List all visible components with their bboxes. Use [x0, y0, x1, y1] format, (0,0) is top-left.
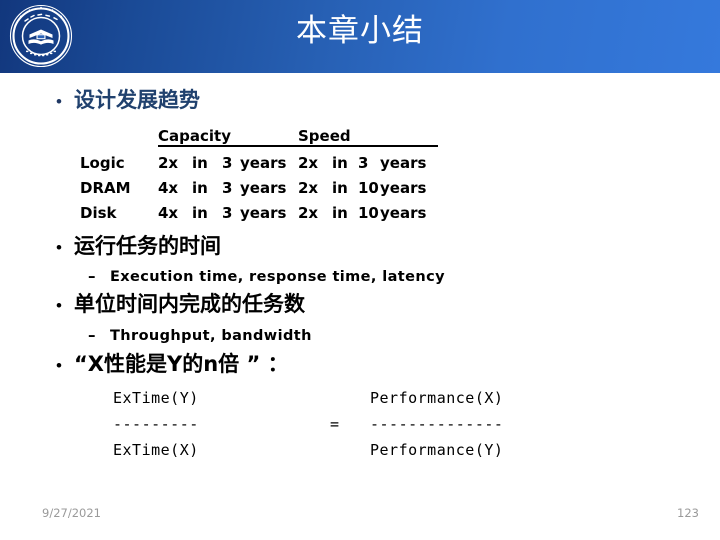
cell-cap-n: 3 — [222, 179, 233, 197]
table-row: Logic 2x in 3 years 2x in 3 years — [80, 146, 438, 172]
formula-equals-spacer-2 — [328, 437, 370, 463]
cell-cap-factor: 4x — [158, 204, 179, 222]
table-header-row: Capacity Speed — [80, 122, 438, 147]
footer-date: 9/27/2021 — [42, 506, 101, 520]
formula-right-numerator: Performance(X) — [370, 389, 504, 407]
cell-row-name: Logic — [80, 154, 125, 172]
bullet-label-speedup: “X性能是Y的n倍 ” ： — [74, 352, 289, 376]
cell-cap-in: in — [192, 179, 208, 197]
bullet-item-throughput: • 单位时间内完成的任务数 — [56, 291, 305, 317]
cell-cap-n: 3 — [222, 154, 233, 172]
cell-cap-in: in — [192, 204, 208, 222]
sub-bullet-label-execution-time: Execution time, response time, latency — [110, 269, 445, 285]
speedup-formula: ExTime(Y) Performance(X) --------- = ---… — [113, 385, 503, 463]
th-capacity: Capacity — [158, 122, 298, 147]
bullet-dot-icon: • — [56, 238, 62, 257]
cell-cap-factor: 4x — [158, 179, 179, 197]
cell-cap-unit: years — [240, 179, 287, 197]
bullet-item-design-trend: • 设计发展趋势 — [56, 87, 200, 113]
cell-cap-in: in — [192, 154, 208, 172]
cell-spd-in: in — [332, 179, 348, 197]
sub-bullet-label-throughput: Throughput, bandwidth — [110, 328, 312, 344]
footer-page-number: 123 — [677, 506, 699, 520]
dash-icon: – — [88, 326, 96, 344]
cell-spd-unit: years — [380, 154, 427, 172]
bullet-dot-icon: • — [56, 296, 62, 315]
formula-right-bar: -------------- — [370, 415, 504, 433]
cell-spd-n: 10 — [358, 179, 379, 197]
dash-icon: – — [88, 267, 96, 285]
bullet-item-speedup: • “X性能是Y的n倍 ” ： — [56, 351, 289, 377]
slide-header-band: 本章小结 — [0, 0, 720, 73]
formula-left-bar: --------- — [113, 415, 199, 433]
formula-equals-sign: = — [330, 415, 340, 433]
cell-spd-unit: years — [380, 179, 427, 197]
cell-cap-factor: 2x — [158, 154, 179, 172]
bullet-label-execution-time: 运行任务的时间 — [74, 234, 221, 258]
cell-cap-unit: years — [240, 154, 287, 172]
formula-right-denominator: Performance(Y) — [370, 441, 504, 459]
bullet-dot-icon: • — [56, 356, 62, 375]
table-body: Logic 2x in 3 years 2x in 3 years DRAM 4… — [80, 146, 438, 222]
formula-equals-spacer — [328, 385, 370, 411]
cell-cap-n: 3 — [222, 204, 233, 222]
cell-row-name: DRAM — [80, 179, 131, 197]
table-row: Disk 4x in 3 years 2x in 10 years — [80, 197, 438, 222]
page-title: 本章小结 — [296, 13, 424, 49]
cell-spd-in: in — [332, 154, 348, 172]
cell-spd-n: 10 — [358, 204, 379, 222]
cell-spd-unit: years — [380, 204, 427, 222]
bullet-item-execution-time: • 运行任务的时间 — [56, 233, 221, 259]
cell-row-name: Disk — [80, 204, 117, 222]
table-header: Capacity Speed — [80, 122, 438, 147]
th-speed: Speed — [298, 122, 438, 147]
cell-spd-n: 3 — [358, 154, 369, 172]
slide: 本章小结 • 设计发展趋势 Capacity Speed Logic 2x in — [0, 0, 720, 540]
cell-cap-unit: years — [240, 204, 287, 222]
cell-spd-factor: 2x — [298, 204, 319, 222]
design-trend-table: Capacity Speed Logic 2x in 3 years 2x in… — [80, 122, 438, 222]
th-blank — [80, 122, 158, 146]
slide-content: • 设计发展趋势 Capacity Speed Logic 2x in 3 ye… — [0, 73, 720, 540]
formula-left-numerator: ExTime(Y) — [113, 389, 199, 407]
formula-left-denominator: ExTime(X) — [113, 441, 199, 459]
bullet-dot-icon: • — [56, 92, 62, 111]
cell-spd-in: in — [332, 204, 348, 222]
bullet-label-design-trend: 设计发展趋势 — [74, 88, 200, 112]
table-row: DRAM 4x in 3 years 2x in 10 years — [80, 172, 438, 197]
sub-bullet-execution-time: – Execution time, response time, latency — [88, 267, 445, 285]
bullet-label-throughput: 单位时间内完成的任务数 — [74, 292, 305, 316]
cell-spd-factor: 2x — [298, 154, 319, 172]
cell-spd-factor: 2x — [298, 179, 319, 197]
sub-bullet-throughput: – Throughput, bandwidth — [88, 326, 312, 344]
